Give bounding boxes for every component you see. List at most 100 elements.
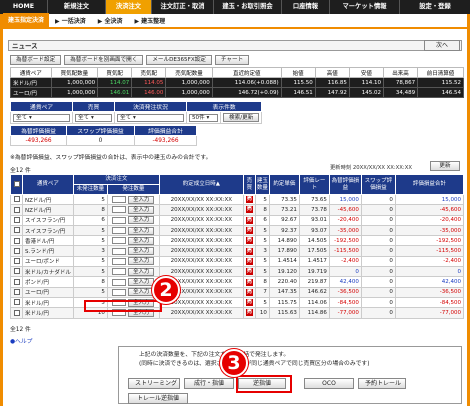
row-checkbox-cell[interactable] xyxy=(10,224,23,237)
row-checkbox-cell[interactable] xyxy=(10,307,23,319)
subnav-position-settle[interactable]: 建玉指定決済 xyxy=(3,13,50,28)
fill-all-button[interactable]: 全入力 xyxy=(128,226,155,235)
chart-button[interactable]: チャート xyxy=(214,55,250,65)
fill-all-button[interactable]: 全入力 xyxy=(128,205,155,214)
nav-order-correction[interactable]: 注文訂正・取消 xyxy=(152,0,214,14)
row-checkbox[interactable] xyxy=(13,289,20,296)
position-row[interactable]: NZドル/円 5 全入力 20XX/XX/XX XX:XX:XX 売 5 73.35 73.… xyxy=(10,193,465,206)
row-checkbox[interactable] xyxy=(13,299,20,306)
nav-home[interactable]: HOME xyxy=(0,0,48,14)
row-checkbox-cell[interactable] xyxy=(10,193,23,206)
row-checkbox-cell[interactable] xyxy=(10,235,23,247)
nav-account-info[interactable]: 口座情報 xyxy=(282,0,330,14)
row-checkbox[interactable] xyxy=(13,237,20,244)
pos-header-date[interactable]: 約定成立日時▲ xyxy=(158,174,244,195)
page-size-select[interactable]: 50件 ▾ xyxy=(189,113,218,122)
rate-bid[interactable]: 114.07 xyxy=(97,77,133,88)
order-qty-input[interactable] xyxy=(112,227,127,235)
subnav-all-settle[interactable]: ▶ 全決済 xyxy=(92,16,129,25)
rate-row[interactable]: 米ドル/円 1,000,000 114.07 114.05 1,000,000 … xyxy=(10,77,464,88)
order-qty-input[interactable] xyxy=(112,196,127,204)
help-link[interactable]: ●ヘルプ xyxy=(10,336,32,345)
search-update-button[interactable]: 検索/更新 xyxy=(223,113,260,122)
row-checkbox-cell[interactable] xyxy=(10,245,23,257)
order-qty-input[interactable] xyxy=(112,206,127,214)
position-row[interactable]: S.ランド/円 3 全入力 20XX/XX/XX XX:XX:XX 売 3 17.890 1… xyxy=(10,245,465,257)
row-checkbox[interactable] xyxy=(13,216,20,223)
fill-all-button[interactable]: 全入力 xyxy=(128,236,155,245)
rate-ask[interactable]: 114.05 xyxy=(131,77,167,88)
order-qty-input[interactable] xyxy=(112,278,127,286)
row-checkbox-cell[interactable] xyxy=(10,276,23,288)
order-qty-input[interactable] xyxy=(112,237,127,245)
select-all-checkbox[interactable] xyxy=(13,181,20,187)
trail-stop-button[interactable]: トレール逆指値 xyxy=(128,393,188,404)
side-select[interactable]: 全て ▾ xyxy=(75,113,112,122)
row-checkbox-cell[interactable] xyxy=(10,255,23,268)
news-bar[interactable]: ニュース xyxy=(8,40,462,51)
market-limit-button[interactable]: 成行・指値 xyxy=(184,378,234,389)
mail-settings-button[interactable]: メールDE365FX設定 xyxy=(146,55,212,65)
position-row[interactable]: 香港ドル/円 5 全入力 20XX/XX/XX XX:XX:XX 売 5 14.890 14… xyxy=(10,235,465,247)
rate-ask[interactable]: 146.00 xyxy=(131,87,167,98)
position-row[interactable]: 米ドル/円 5 全入力 20XX/XX/XX XX:XX:XX 売 5 115.75 114… xyxy=(10,296,465,309)
row-checkbox-cell[interactable] xyxy=(10,266,23,278)
row-checkbox-cell[interactable] xyxy=(10,286,23,298)
rate-bid[interactable]: 146.01 xyxy=(97,87,133,98)
row-checkbox-cell[interactable] xyxy=(10,214,23,226)
position-row[interactable]: ポンド/円 8 全入力 20XX/XX/XX XX:XX:XX 売 8 220.40 219… xyxy=(10,276,465,288)
fill-all-button[interactable]: 全入力 xyxy=(128,267,155,276)
reserve-trail-button[interactable]: 予約トレール xyxy=(358,378,406,389)
row-checkbox[interactable] xyxy=(13,258,20,265)
streaming-button[interactable]: ストリーミング xyxy=(128,378,180,389)
nav-position-inquiry[interactable]: 建玉・お取引照会 xyxy=(214,0,282,14)
row-qty: 5 xyxy=(254,255,270,268)
row-qty: 5 xyxy=(254,224,270,237)
row-checkbox[interactable] xyxy=(13,247,20,254)
select-all-header[interactable] xyxy=(10,174,23,195)
nav-market-info[interactable]: マーケット情報 xyxy=(330,0,400,14)
fill-all-button[interactable]: 全入力 xyxy=(128,195,155,204)
row-checkbox[interactable] xyxy=(13,268,20,275)
row-checkbox[interactable] xyxy=(13,196,20,203)
rate-row[interactable]: ユーロ/円 1,000,000 146.01 146.00 1,000,000 … xyxy=(10,87,464,98)
news-next-button[interactable]: 次へ xyxy=(424,40,460,51)
fill-all-button[interactable]: 全入力 xyxy=(128,247,155,256)
row-checkbox[interactable] xyxy=(13,227,20,234)
oco-button[interactable]: OCO xyxy=(304,378,354,389)
position-row[interactable]: NZドル/円 8 全入力 20XX/XX/XX XX:XX:XX 売 8 73.21 73.… xyxy=(10,204,465,216)
row-checkbox-cell[interactable] xyxy=(10,204,23,216)
fill-all-button[interactable]: 全入力 xyxy=(128,257,155,266)
board-settings-button[interactable]: 為替ボード設定 xyxy=(10,55,62,65)
row-rate: 19.719 xyxy=(298,266,330,278)
position-row[interactable]: 米ドル/円 10 全入力 20XX/XX/XX XX:XX:XX 売 10 115.63 1… xyxy=(10,307,465,319)
order-qty-input[interactable] xyxy=(112,247,127,255)
row-checkbox[interactable] xyxy=(13,309,20,316)
nav-new-order[interactable]: 新規注文 xyxy=(48,0,106,14)
order-qty-input[interactable] xyxy=(112,257,127,265)
position-row[interactable]: 米ドル/カナダドル 5 全入力 20XX/XX/XX XX:XX:XX 売 5 19.12… xyxy=(10,266,465,278)
subnav-position-cleanup[interactable]: ▶ 建玉整理 xyxy=(128,16,171,25)
order-qty-input[interactable] xyxy=(112,268,127,276)
pair-select[interactable]: 全て ▾ xyxy=(13,113,70,122)
status-select[interactable]: 全て ▾ xyxy=(117,113,184,122)
position-row[interactable]: ユーロ/円 5 全入力 20XX/XX/XX XX:XX:XX 売 7 147.35 146… xyxy=(10,286,465,298)
subnav-bulk-settle[interactable]: ▶ 一括決済 xyxy=(49,16,92,25)
order-qty-input[interactable] xyxy=(112,216,127,224)
board-popup-button[interactable]: 為替ボードを別画面で開く xyxy=(64,55,144,65)
row-checkbox[interactable] xyxy=(13,278,20,285)
row-total: -20,400 xyxy=(394,214,465,226)
fill-all-button[interactable]: 全入力 xyxy=(128,216,155,225)
row-checkbox-cell[interactable] xyxy=(10,296,23,309)
order-qty-input[interactable] xyxy=(112,288,127,296)
position-row[interactable]: スイスフラン/円 6 全入力 20XX/XX/XX XX:XX:XX 売 6 92.67 9… xyxy=(10,214,465,226)
nav-settings[interactable]: 設定・登録 xyxy=(400,0,470,14)
fill-all-button[interactable]: 全入力 xyxy=(128,278,155,287)
position-row[interactable]: ユーロ/ポンド 5 全入力 20XX/XX/XX XX:XX:XX 売 5 1.4514 1… xyxy=(10,255,465,268)
update-button[interactable]: 更新 xyxy=(430,161,460,171)
nav-settle-order[interactable]: 決済注文 xyxy=(106,0,152,14)
fill-all-button[interactable]: 全入力 xyxy=(128,288,155,297)
row-pair: ポンド/円 xyxy=(22,276,74,288)
row-checkbox[interactable] xyxy=(13,206,20,213)
position-row[interactable]: スイスフラン/円 5 全入力 20XX/XX/XX XX:XX:XX 売 5 92.37 9… xyxy=(10,224,465,237)
